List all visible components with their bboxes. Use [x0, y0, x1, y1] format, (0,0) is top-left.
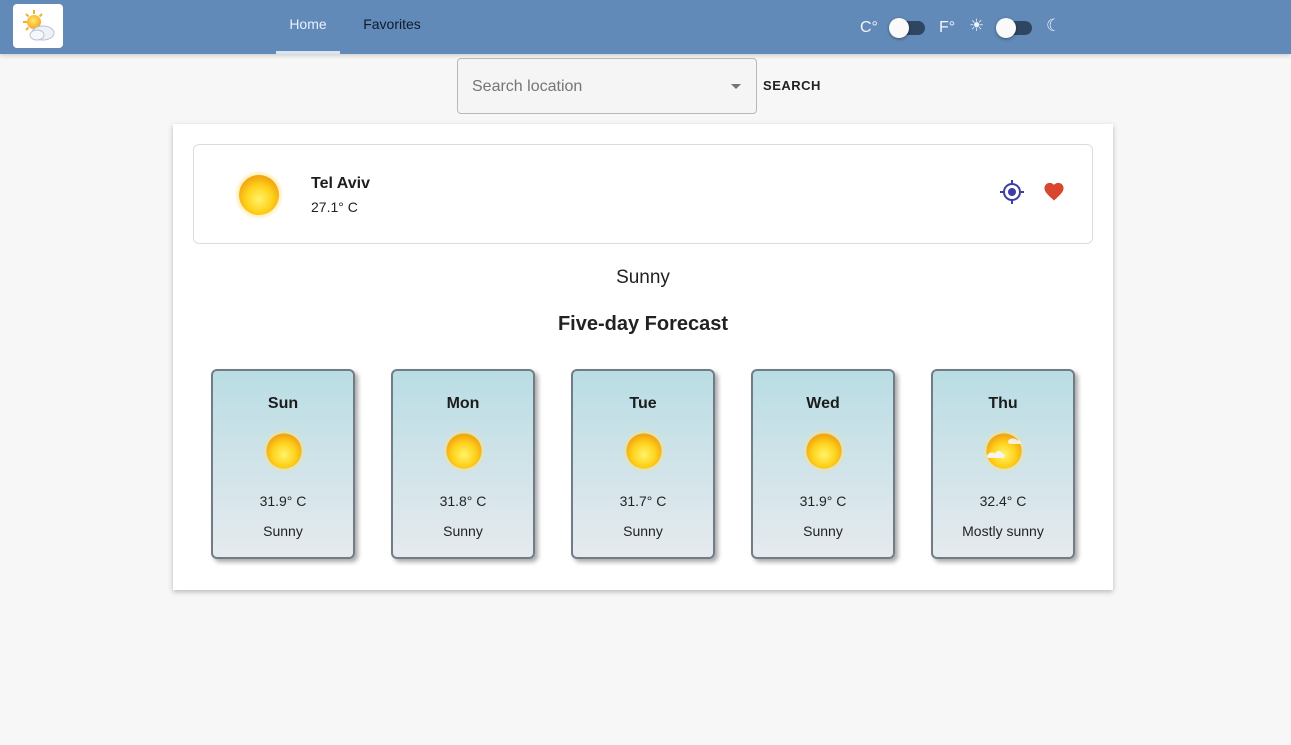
tab-home-label: Home [289, 16, 327, 32]
forecast-day-name: Mon [446, 395, 480, 412]
forecast-day-card: Sun 31.9° C Sunny [211, 369, 355, 559]
forecast-day-card: Tue 31.7° C Sunny [571, 369, 715, 559]
forecast-day-name: Tue [629, 395, 657, 412]
app-bar: Home Favorites C° F° ☀ ☾ [0, 0, 1291, 54]
forecast-day-card: Thu 32.4° C Mostly sunny [931, 369, 1075, 559]
forecast-temperature: 31.7° C [619, 493, 667, 509]
sun-icon [442, 429, 486, 473]
unit-toggle-switch[interactable] [889, 18, 927, 38]
active-tab-indicator [276, 51, 340, 54]
forecast-day-name: Wed [806, 395, 840, 412]
forecast-day-card: Mon 31.8° C Sunny [391, 369, 535, 559]
theme-toggle-thumb [996, 18, 1016, 38]
sun-icon [802, 429, 846, 473]
forecast-condition: Mostly sunny [962, 523, 1044, 539]
forecast-condition: Sunny [443, 523, 483, 539]
current-condition: Sunny [616, 267, 670, 288]
fahrenheit-label: F° [939, 19, 956, 36]
city-name: Tel Aviv [311, 175, 370, 192]
favorite-heart-icon[interactable] [1043, 181, 1065, 201]
theme-toggle-switch[interactable] [996, 18, 1034, 38]
forecast-condition: Sunny [263, 523, 303, 539]
forecast-temperature: 31.9° C [259, 493, 307, 509]
tab-home[interactable]: Home [276, 0, 340, 54]
mostly-sunny-icon [982, 429, 1026, 473]
weather-panel: Tel Aviv 27.1° C Sunny Five-day Forecast… [173, 124, 1113, 590]
sun-icon [622, 429, 666, 473]
partly-cloudy-logo-icon [23, 10, 55, 41]
sun-icon [234, 170, 284, 220]
moon-mode-icon: ☾ [1046, 16, 1062, 35]
forecast-day-card: Wed 31.9° C Sunny [751, 369, 895, 559]
forecast-temperature: 32.4° C [979, 493, 1027, 509]
current-location-card: Tel Aviv 27.1° C [193, 144, 1093, 244]
forecast-temperature: 31.8° C [439, 493, 487, 509]
current-temperature: 27.1° C [311, 199, 358, 215]
forecast-day-name: Sun [267, 395, 299, 412]
forecast-day-name: Thu [988, 395, 1018, 412]
sun-mode-icon: ☀ [969, 16, 985, 35]
search-location-field[interactable] [457, 58, 757, 114]
forecast-temperature: 31.9° C [799, 493, 847, 509]
search-button[interactable]: SEARCH [760, 74, 824, 98]
unit-toggle-thumb [889, 18, 909, 38]
dropdown-caret-icon[interactable] [731, 84, 741, 89]
tab-favorites-label: Favorites [363, 16, 421, 32]
forecast-title: Five-day Forecast [557, 313, 729, 335]
search-input[interactable] [470, 73, 714, 101]
celsius-label: C° [860, 19, 878, 36]
my-location-icon[interactable] [1000, 180, 1024, 204]
tab-favorites[interactable]: Favorites [356, 0, 428, 54]
forecast-condition: Sunny [803, 523, 843, 539]
sun-icon [262, 429, 306, 473]
app-logo[interactable] [13, 4, 63, 48]
forecast-condition: Sunny [623, 523, 663, 539]
